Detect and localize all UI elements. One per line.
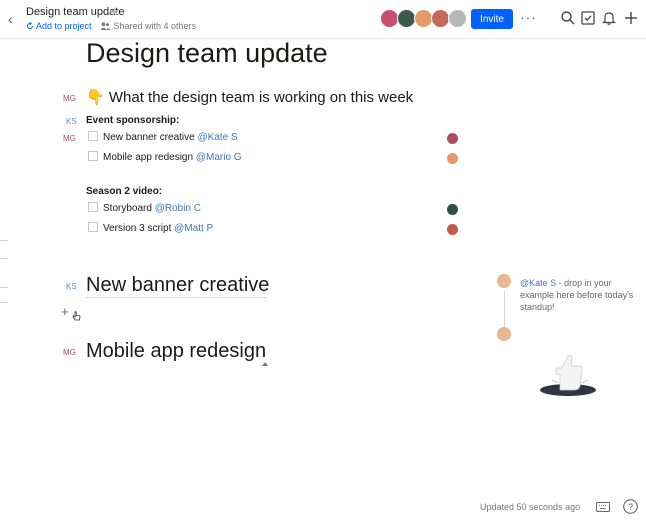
author-initials: KS	[66, 117, 77, 126]
more-options-icon[interactable]: ···	[520, 9, 537, 25]
task-checkbox[interactable]	[88, 202, 98, 213]
edge-mark	[0, 287, 8, 288]
add-icon[interactable]	[623, 10, 639, 26]
add-to-project-label: Add to project	[36, 21, 92, 31]
refresh-icon	[27, 21, 33, 29]
search-icon[interactable]	[560, 10, 576, 26]
task-checkbox[interactable]	[88, 222, 98, 233]
task-item[interactable]: Storyboard @Robin C	[88, 202, 201, 217]
task-text: Storyboard	[103, 203, 152, 214]
intro-line[interactable]: 👇 What the design team is working on thi…	[86, 88, 413, 106]
comment-thread[interactable]: @Kate S - drop in your example here befo…	[497, 274, 637, 344]
checklist-icon[interactable]	[580, 10, 596, 26]
help-icon[interactable]: ?	[623, 499, 638, 514]
comment-mention[interactable]: @Kate S	[520, 278, 556, 288]
save-status: Updated 50 seconds ago	[480, 502, 581, 512]
shared-info[interactable]: Shared with 4 others	[100, 21, 196, 31]
edge-mark	[0, 240, 8, 241]
thread-connector	[504, 290, 505, 328]
add-block-button[interactable]: +	[61, 304, 69, 319]
author-initials: MG	[63, 134, 76, 143]
invite-button[interactable]: Invite	[471, 9, 513, 29]
section-label[interactable]: Event sponsorship:	[86, 115, 179, 126]
heading-mobile-app-redesign[interactable]: Mobile app redesign	[86, 340, 266, 363]
people-icon	[100, 22, 111, 30]
star-icon[interactable]: ★	[110, 5, 120, 18]
commenter-avatar[interactable]	[497, 274, 511, 288]
hand-cursor-icon	[72, 311, 81, 321]
top-bar: ‹ Design team update ★ Add to project Sh…	[0, 0, 646, 39]
assignee-avatar[interactable]	[447, 204, 458, 215]
task-item[interactable]: Mobile app redesign @Mario G	[88, 151, 242, 166]
comment-highlight-underline	[86, 297, 267, 298]
task-mention[interactable]: @Mario G	[196, 152, 242, 163]
task-item[interactable]: New banner creative @Kate S	[88, 131, 238, 146]
author-initials: KS	[66, 282, 77, 291]
avatar[interactable]	[448, 9, 467, 28]
author-initials: MG	[63, 348, 76, 357]
heading-new-banner-creative[interactable]: New banner creative	[86, 274, 269, 297]
task-checkbox[interactable]	[88, 131, 98, 142]
task-mention[interactable]: @Robin C	[155, 203, 201, 214]
reply-avatar[interactable]	[497, 327, 511, 341]
task-text: New banner creative	[103, 132, 195, 143]
cursor-caret	[262, 362, 268, 366]
task-text: Mobile app redesign	[103, 152, 194, 163]
task-item[interactable]: Version 3 script @Matt P	[88, 222, 213, 237]
document-title[interactable]: Design team update	[86, 38, 328, 69]
back-chevron-icon[interactable]: ‹	[8, 11, 13, 27]
shared-label: Shared with 4 others	[113, 21, 197, 31]
assignee-avatar[interactable]	[447, 153, 458, 164]
section-label[interactable]: Season 2 video:	[86, 186, 162, 197]
comment-text: @Kate S - drop in your example here befo…	[520, 277, 640, 313]
thumbs-up-illustration	[540, 355, 596, 396]
add-to-project-link[interactable]: Add to project	[26, 21, 92, 31]
task-checkbox[interactable]	[88, 151, 98, 162]
edge-mark	[0, 258, 8, 259]
intro-text: What the design team is working on this …	[108, 89, 414, 106]
task-text: Version 3 script	[103, 223, 172, 234]
help-glyph: ?	[628, 502, 633, 512]
assignee-avatar[interactable]	[447, 224, 458, 235]
task-mention[interactable]: @Kate S	[198, 132, 238, 143]
bell-icon[interactable]	[601, 10, 617, 26]
assignee-avatar[interactable]	[447, 133, 458, 144]
pointing-down-emoji: 👇	[86, 89, 105, 106]
author-initials: MG	[63, 94, 76, 103]
task-mention[interactable]: @Matt P	[174, 223, 213, 234]
keyboard-icon[interactable]	[596, 502, 610, 512]
edge-mark	[0, 302, 8, 303]
